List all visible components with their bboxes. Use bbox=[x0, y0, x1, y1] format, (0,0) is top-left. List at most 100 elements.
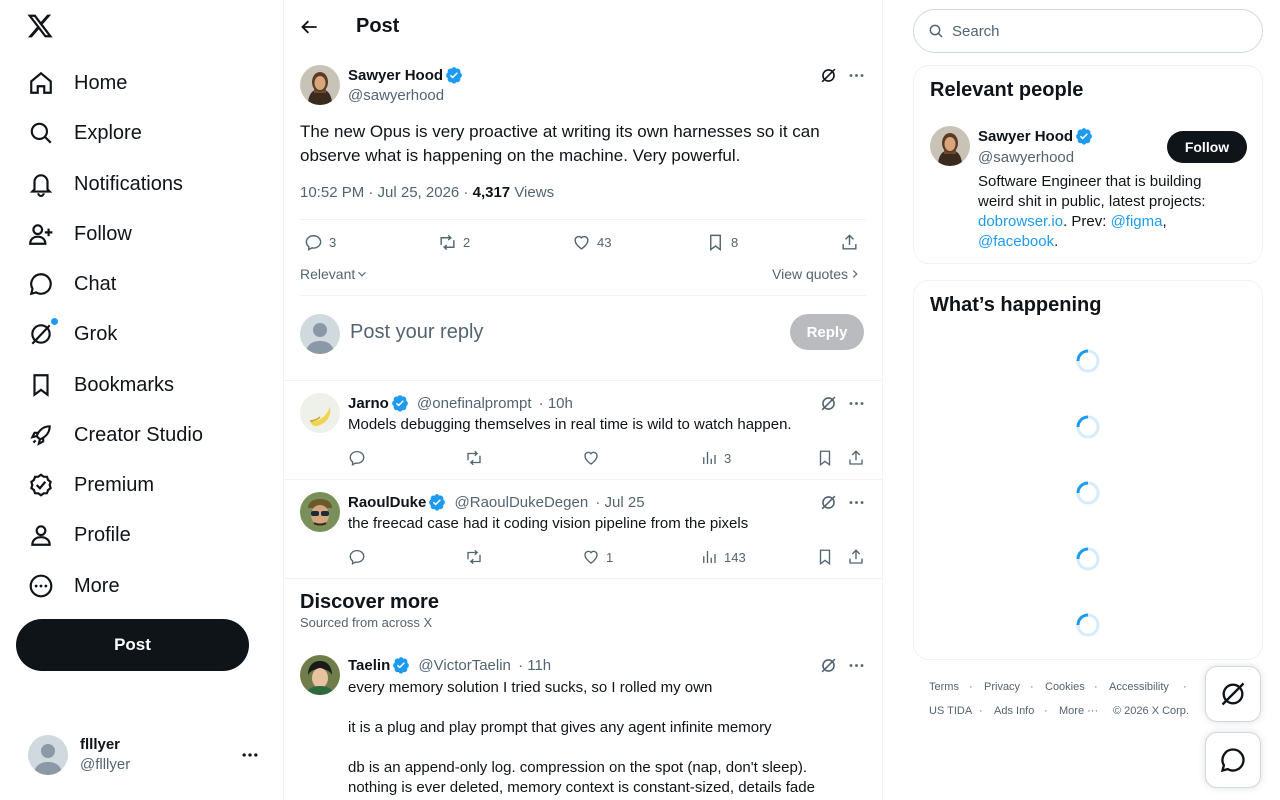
reply-handle[interactable]: @RaoulDukeDegen bbox=[455, 494, 589, 511]
like-action[interactable]: 43 bbox=[572, 233, 611, 252]
footer-ads-info[interactable]: Ads Info bbox=[994, 705, 1034, 717]
discover-author[interactable]: Taelin bbox=[348, 657, 390, 674]
reply-action[interactable] bbox=[348, 548, 366, 566]
reply-avatar[interactable] bbox=[300, 393, 340, 433]
footer-accessibility[interactable]: Accessibility bbox=[1109, 681, 1169, 693]
more-horizontal-icon[interactable] bbox=[847, 493, 866, 512]
author-name[interactable]: Sawyer Hood bbox=[348, 67, 443, 84]
bio-mention[interactable]: @facebook bbox=[978, 233, 1054, 250]
bookmark-action[interactable] bbox=[816, 449, 834, 467]
views-action[interactable]: 3 bbox=[700, 449, 731, 467]
person-name[interactable]: Sawyer Hood bbox=[978, 128, 1073, 145]
share-icon bbox=[849, 450, 863, 465]
footer-separator: · bbox=[1044, 705, 1048, 717]
back-arrow-icon[interactable] bbox=[300, 17, 320, 37]
grok-icon[interactable] bbox=[819, 394, 838, 413]
footer-terms[interactable]: Terms bbox=[929, 681, 959, 693]
more-horizontal-icon[interactable] bbox=[847, 66, 866, 85]
discover-handle[interactable]: @VictorTaelin bbox=[418, 657, 511, 674]
person-avatar[interactable] bbox=[930, 126, 970, 166]
like-action[interactable]: 1 bbox=[582, 548, 613, 566]
nav-explore[interactable]: Explore bbox=[16, 109, 154, 157]
right-sidebar: Relevant people Sawyer Hood @sawyerhood … bbox=[913, 0, 1263, 800]
bio-link[interactable]: dobrowser.io bbox=[978, 213, 1063, 230]
reply-time[interactable]: · Jul 25 bbox=[595, 494, 644, 511]
share-action[interactable] bbox=[840, 233, 859, 252]
nav-more[interactable]: More bbox=[16, 562, 132, 610]
repost-action[interactable] bbox=[465, 449, 483, 467]
search-input[interactable] bbox=[952, 22, 1232, 40]
notification-dot bbox=[51, 318, 58, 325]
repost-action[interactable] bbox=[465, 548, 483, 566]
more-horizontal-icon[interactable] bbox=[240, 745, 260, 765]
verified-badge-icon bbox=[1075, 127, 1093, 145]
follow-button[interactable]: Follow bbox=[1167, 131, 1247, 163]
reply-author[interactable]: RaoulDuke bbox=[348, 494, 426, 511]
nav-grok-label: Grok bbox=[74, 322, 118, 345]
account-switcher[interactable]: flllyer @flllyer bbox=[16, 729, 272, 781]
repost-action[interactable]: 2 bbox=[438, 233, 470, 252]
reply-time[interactable]: · 10h bbox=[539, 395, 573, 412]
nav-bookmarks[interactable]: Bookmarks bbox=[16, 361, 186, 409]
footer-ads[interactable]: US TIDA bbox=[929, 705, 972, 717]
grok-fab[interactable] bbox=[1205, 666, 1261, 722]
bookmark-action[interactable] bbox=[816, 548, 834, 566]
bio-mention[interactable]: @figma bbox=[1111, 213, 1163, 230]
view-quotes-label: View quotes bbox=[772, 266, 849, 282]
footer-privacy[interactable]: Privacy bbox=[984, 681, 1020, 693]
nav-premium[interactable]: Premium bbox=[16, 461, 166, 509]
share-action[interactable] bbox=[847, 548, 865, 566]
loading-spinner-icon bbox=[1075, 414, 1101, 440]
author-avatar[interactable] bbox=[300, 65, 340, 105]
like-action[interactable] bbox=[582, 449, 600, 467]
reply-input[interactable]: Post your reply bbox=[350, 321, 483, 344]
more-horizontal-icon[interactable] bbox=[847, 394, 866, 413]
divider bbox=[284, 479, 882, 480]
nav-creator-studio[interactable]: Creator Studio bbox=[16, 411, 215, 459]
messages-fab[interactable] bbox=[1205, 732, 1261, 788]
grok-icon[interactable] bbox=[819, 66, 838, 85]
reply-button[interactable]: Reply bbox=[790, 314, 864, 350]
nav-home[interactable]: Home bbox=[16, 59, 139, 107]
views-action[interactable]: 143 bbox=[700, 548, 746, 566]
footer-cookies[interactable]: Cookies bbox=[1045, 681, 1085, 693]
discover-time[interactable]: · 11h bbox=[518, 657, 551, 674]
bookmark-action[interactable]: 8 bbox=[706, 233, 738, 252]
post-button[interactable]: Post bbox=[16, 619, 249, 671]
search-box[interactable] bbox=[913, 9, 1263, 53]
person-handle[interactable]: @sawyerhood bbox=[978, 149, 1093, 167]
page-title: Post bbox=[356, 15, 400, 37]
reply-action[interactable]: 3 bbox=[304, 233, 336, 252]
sort-replies-dropdown[interactable]: Relevant bbox=[300, 266, 369, 282]
author-avatar[interactable] bbox=[300, 655, 340, 695]
bookmark-icon bbox=[28, 372, 54, 398]
reply-handle[interactable]: @onefinalprompt bbox=[417, 395, 531, 412]
reply-action[interactable] bbox=[348, 449, 366, 467]
share-action[interactable] bbox=[847, 449, 865, 467]
person-add-icon bbox=[28, 221, 54, 247]
verified-badge-icon bbox=[28, 472, 54, 498]
nav-notifications[interactable]: Notifications bbox=[16, 160, 195, 208]
nav-chat[interactable]: Chat bbox=[16, 260, 128, 308]
x-logo-icon[interactable] bbox=[26, 12, 58, 44]
divider bbox=[300, 219, 866, 220]
post-timestamp[interactable]: 10:52 PM · Jul 25, 2026 · bbox=[300, 184, 473, 201]
search-icon bbox=[28, 120, 54, 146]
footer-more[interactable]: More ··· bbox=[1059, 705, 1098, 717]
more-horizontal-icon[interactable] bbox=[847, 656, 866, 675]
nav-profile[interactable]: Profile bbox=[16, 511, 143, 559]
grok-icon[interactable] bbox=[819, 656, 838, 675]
like-count: 1 bbox=[606, 549, 614, 565]
reply-avatar[interactable] bbox=[300, 492, 340, 532]
repost-icon bbox=[467, 450, 481, 466]
bio-line: weird shit in public, latest projects: bbox=[978, 193, 1206, 210]
view-quotes-link[interactable]: View quotes bbox=[772, 266, 862, 282]
nav-follow[interactable]: Follow bbox=[16, 210, 144, 258]
rocket-icon bbox=[28, 422, 54, 448]
analytics-icon bbox=[703, 452, 716, 464]
reply-author[interactable]: Jarno bbox=[348, 395, 389, 412]
author-handle[interactable]: @sawyerhood bbox=[348, 87, 463, 105]
loading-spinner-icon bbox=[1075, 480, 1101, 506]
nav-grok[interactable]: Grok bbox=[16, 310, 129, 358]
grok-icon[interactable] bbox=[819, 493, 838, 512]
